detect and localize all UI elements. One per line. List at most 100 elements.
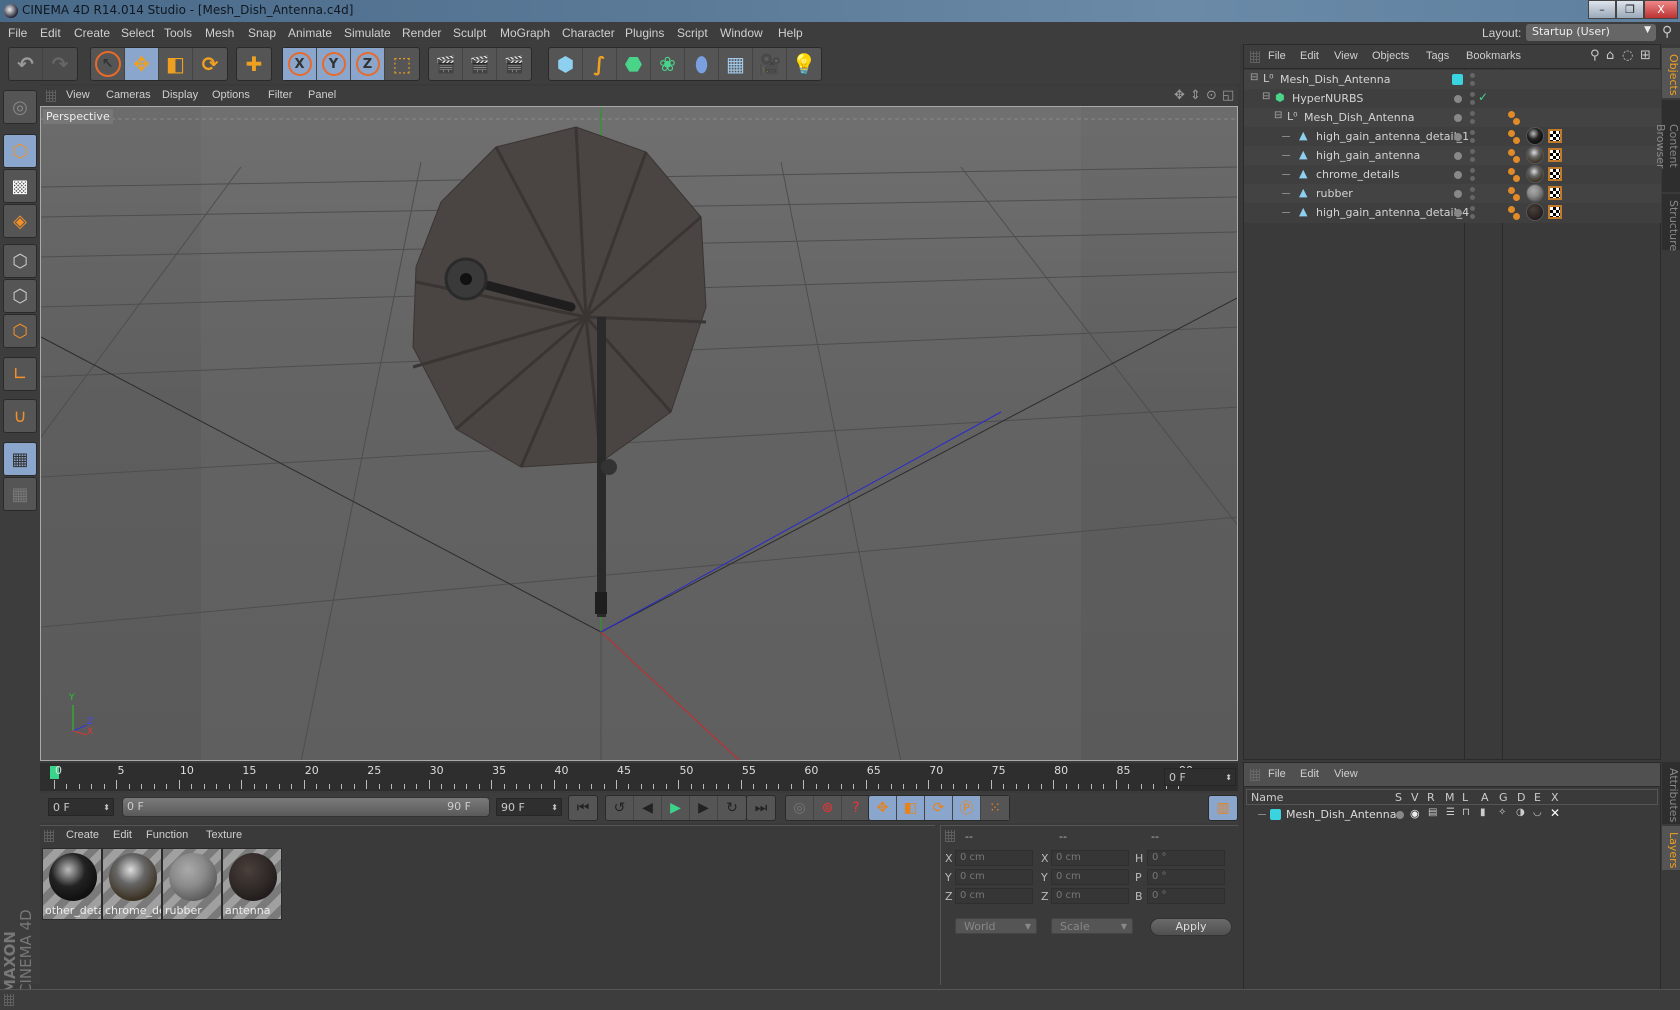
panel-grip-icon[interactable] — [44, 830, 54, 842]
manager-icon[interactable]: ☰ — [1446, 807, 1455, 818]
spline-icon[interactable]: ∫ — [583, 48, 617, 80]
lock-icon[interactable]: ⊓ — [1462, 807, 1470, 818]
phong-tag-icon[interactable] — [1508, 149, 1515, 156]
menu-simulate[interactable]: Simulate — [344, 26, 391, 40]
next-key-icon[interactable]: ↻ — [718, 796, 746, 820]
texture-tag-icon[interactable] — [1526, 146, 1544, 164]
go-to-end-icon[interactable]: ⏭ — [747, 796, 775, 820]
menu-sculpt[interactable]: Sculpt — [453, 26, 486, 40]
panel-grip-icon[interactable] — [1250, 769, 1260, 781]
render-picture-viewer-icon[interactable]: 🎬 — [463, 48, 497, 80]
viewport-rotate-icon[interactable]: ⊙ — [1206, 88, 1217, 103]
viewport-toggle-icon[interactable]: ◱ — [1222, 88, 1234, 103]
panel-grip-icon[interactable] — [4, 994, 14, 1006]
object-row[interactable]: ▲ high_gain_antenna_detail_1 — [1244, 127, 1662, 147]
coord-value-field[interactable]: 0 cm — [1051, 888, 1129, 904]
render-view-icon[interactable]: 🎬 — [429, 48, 463, 80]
scale-icon[interactable]: ◧ — [159, 48, 193, 80]
panel-grip-icon[interactable] — [945, 830, 955, 842]
material-swatch[interactable]: chrome_de — [102, 848, 162, 920]
menu-character[interactable]: Character — [562, 26, 615, 40]
prev-key-icon[interactable]: ↺ — [606, 796, 634, 820]
z-axis-icon[interactable]: Z — [351, 48, 385, 80]
editor-visibility-dot[interactable] — [1470, 168, 1475, 173]
panel-grip-icon[interactable] — [46, 90, 56, 102]
editor-visibility-dot[interactable] — [1470, 111, 1475, 116]
menu-mesh[interactable]: Mesh — [205, 26, 234, 40]
panel-grip-icon[interactable] — [1250, 51, 1260, 63]
tab-layers[interactable]: Layers — [1662, 826, 1680, 870]
go-to-start-icon[interactable]: ⏮ — [569, 796, 597, 820]
close-button[interactable]: X — [1644, 0, 1678, 19]
coord-value-field[interactable]: 0 ° — [1147, 888, 1225, 904]
solo-toggle[interactable] — [1396, 811, 1404, 819]
motion-record-icon[interactable]: ◎ — [786, 796, 814, 820]
render-visibility-dot[interactable] — [1470, 119, 1475, 124]
material-menu-create[interactable]: Create — [66, 829, 99, 841]
layer-dot-icon[interactable] — [1454, 133, 1462, 141]
timeline-window-icon[interactable]: ▥ — [1209, 796, 1237, 820]
object-row[interactable]: ⊟ L⁰ Mesh_Dish_Antenna — [1244, 108, 1662, 128]
object-name[interactable]: HyperNURBS — [1292, 92, 1363, 105]
render-clapper-icon[interactable]: ▤ — [1428, 807, 1437, 818]
object-name[interactable]: high_gain_antenna — [1316, 149, 1420, 162]
record-active-icon[interactable]: ⊚ — [814, 796, 842, 820]
coord-value-field[interactable]: 0 ° — [1147, 869, 1225, 885]
objects-menu-edit[interactable]: Edit — [1300, 50, 1319, 62]
menu-plugins[interactable]: Plugins — [625, 26, 664, 40]
material-swatch[interactable]: rubber — [162, 848, 222, 920]
autokey-icon[interactable]: ? — [842, 796, 870, 820]
uvw-tag-icon[interactable] — [1548, 205, 1562, 219]
layer-column-header[interactable]: E — [1534, 791, 1541, 804]
layer-color-swatch[interactable] — [1452, 74, 1463, 85]
layer-column-header[interactable]: X — [1551, 791, 1559, 804]
layer-column-header[interactable]: R — [1427, 791, 1435, 804]
generators-icon[interactable]: ✧ — [1498, 807, 1506, 818]
menu-select[interactable]: Select — [121, 26, 154, 40]
layers-menu-edit[interactable]: Edit — [1300, 768, 1319, 780]
texture-tag-icon[interactable] — [1526, 203, 1544, 221]
layer-column-header[interactable]: A — [1481, 791, 1489, 804]
snap-workplane-icon[interactable]: ▦ — [3, 477, 37, 511]
timeline-ruler[interactable]: 051015202530354045505560657075808590 0 F… — [40, 763, 1238, 791]
material-swatch[interactable]: antenna — [222, 848, 282, 920]
menu-animate[interactable]: Animate — [288, 26, 332, 40]
object-row[interactable]: ▲ high_gain_antenna — [1244, 146, 1662, 166]
object-name[interactable]: Mesh_Dish_Antenna — [1280, 73, 1390, 86]
add-object-icon[interactable]: ✚ — [237, 48, 271, 80]
stepper-icon[interactable]: ⬍ — [551, 801, 558, 814]
menu-mograph[interactable]: MoGraph — [500, 26, 550, 40]
objects-menu-objects[interactable]: Objects — [1372, 50, 1409, 62]
magnet-icon[interactable]: ∪ — [3, 399, 37, 433]
uvw-tag-icon[interactable] — [1548, 148, 1562, 162]
menu-snap[interactable]: Snap — [248, 26, 276, 40]
make-editable-icon[interactable]: ◎ — [3, 90, 37, 124]
tab-attributes[interactable]: Attributes — [1662, 762, 1680, 824]
deformers-icon[interactable]: ◑ — [1516, 807, 1525, 818]
object-name[interactable]: high_gain_antenna_detail_4 — [1316, 206, 1469, 219]
stepper-icon[interactable]: ⬍ — [1225, 771, 1232, 784]
layer-dot-icon[interactable] — [1454, 209, 1462, 217]
eye-icon[interactable]: ◌ — [1622, 48, 1633, 63]
layer-name[interactable]: Mesh_Dish_Antenna — [1286, 808, 1396, 821]
expand-toggle-icon[interactable]: ⊟ — [1262, 91, 1270, 102]
render-visibility-dot[interactable] — [1470, 157, 1475, 162]
xref-icon[interactable]: ✕ — [1550, 806, 1560, 820]
scene-floor-icon[interactable]: ▦ — [719, 48, 753, 80]
tab-structure[interactable]: Structure — [1662, 194, 1680, 251]
material-menu-edit[interactable]: Edit — [113, 829, 132, 841]
expressions-icon[interactable]: ◡ — [1533, 807, 1542, 818]
step-forward-icon[interactable]: ▶ — [690, 796, 718, 820]
texture-mode-icon[interactable]: ▩ — [3, 169, 37, 203]
objects-menu-file[interactable]: File — [1268, 50, 1286, 62]
x-axis-icon[interactable]: X — [283, 48, 317, 80]
viewport-menu-panel[interactable]: Panel — [308, 89, 336, 101]
layers-menu-file[interactable]: File — [1268, 768, 1286, 780]
enabled-check-icon[interactable]: ✓ — [1478, 90, 1488, 104]
editor-visibility-dot[interactable] — [1470, 130, 1475, 135]
viewport-pan-icon[interactable]: ✥ — [1174, 88, 1185, 103]
cube-primitive-icon[interactable]: ⬢ — [549, 48, 583, 80]
coord-value-field[interactable]: 0 cm — [955, 869, 1033, 885]
layer-color-swatch[interactable] — [1270, 809, 1281, 820]
coord-value-field[interactable]: 0 ° — [1147, 850, 1225, 866]
